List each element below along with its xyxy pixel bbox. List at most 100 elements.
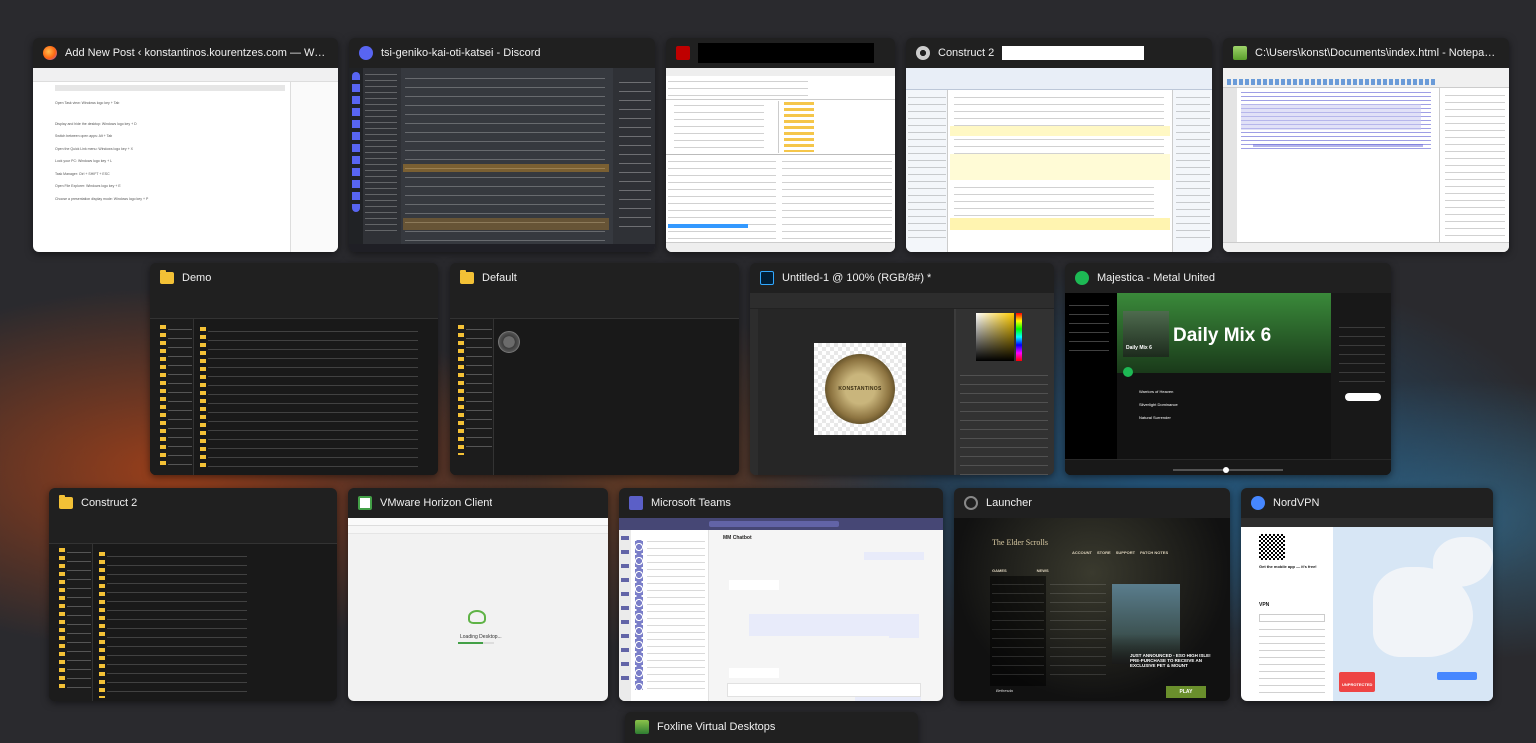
gear-icon — [916, 46, 930, 60]
window-thumbnail: Loading Desktop... — [348, 518, 608, 701]
quick-connect-button[interactable] — [1437, 672, 1477, 680]
window-header[interactable]: VMware Horizon Client — [348, 488, 608, 518]
window-thumbnail: Open Task view: Windows logo key + Tab D… — [33, 68, 338, 252]
window-thumbnail — [666, 68, 895, 252]
photoshop-icon — [760, 271, 774, 285]
window-header[interactable]: Default — [450, 263, 739, 293]
window-header[interactable]: Majestica - Metal United — [1065, 263, 1391, 293]
window-thumbnail — [1223, 68, 1509, 252]
nordvpn-icon — [1251, 496, 1265, 510]
filezilla-icon — [676, 46, 690, 60]
window-header[interactable]: C:\Users\konst\Documents\index.html - No… — [1223, 38, 1509, 68]
window-spotify[interactable]: Majestica - Metal United Daily Mix 6 Dai… — [1065, 263, 1391, 475]
promo-banner[interactable] — [1112, 584, 1180, 664]
tab-games[interactable]: GAMES — [992, 568, 1007, 573]
window-thumbnail — [49, 518, 337, 701]
content-line: Task Manager: Ctrl + SHIFT + ESC — [55, 171, 110, 176]
track-title: Natural Surrender — [1139, 415, 1171, 420]
top-nav: ACCOUNT STORE SUPPORT PATCH NOTES — [1072, 550, 1168, 555]
redacted-title — [698, 43, 874, 63]
window-title: Default — [482, 272, 517, 284]
nav-account[interactable]: ACCOUNT — [1072, 550, 1092, 555]
tab-news[interactable]: NEWS — [1037, 568, 1049, 573]
status-label: UNPROTECTED — [1342, 682, 1373, 687]
window-wordpress[interactable]: Add New Post ‹ konstantinos.kourentzes.c… — [33, 38, 338, 252]
folder-icon — [59, 495, 73, 509]
launcher-icon — [964, 496, 978, 510]
vmware-icon — [358, 496, 372, 510]
window-filezilla[interactable] — [666, 38, 895, 252]
logo-text: KONSTANTINOS — [838, 386, 882, 392]
window-foxline[interactable]: Foxline Virtual Desktops — [625, 712, 918, 743]
play-button[interactable] — [1123, 367, 1133, 377]
window-photoshop[interactable]: Untitled-1 @ 100% (RGB/8#) * KONSTANTINO… — [750, 263, 1054, 475]
window-launcher[interactable]: Launcher The Elder Scrolls ACCOUNT STORE… — [954, 488, 1230, 701]
window-thumbnail: The Elder Scrolls ACCOUNT STORE SUPPORT … — [954, 518, 1230, 701]
window-vmware[interactable]: VMware Horizon Client Loading Desktop... — [348, 488, 608, 701]
play-button[interactable]: PLAY — [1166, 686, 1206, 698]
window-thumbnail — [150, 293, 438, 475]
horizon-logo — [468, 610, 486, 624]
post-content: Open Task view: Windows logo key + Tab D… — [55, 101, 275, 201]
redacted-title — [1002, 46, 1145, 60]
window-header[interactable]: NordVPN — [1241, 488, 1493, 518]
qr-code — [1259, 534, 1285, 560]
chat-title: MM Chatbot — [723, 535, 752, 541]
window-title: Add New Post ‹ konstantinos.kourentzes.c… — [65, 47, 328, 59]
window-thumbnail: KONSTANTINOS — [750, 293, 1054, 475]
window-title: tsi-geniko-kai-oti-katsei - Discord — [381, 47, 541, 59]
window-title: Untitled-1 @ 100% (RGB/8#) * — [782, 272, 932, 284]
window-header[interactable]: Construct 2 — [906, 38, 1212, 68]
window-title: C:\Users\konst\Documents\index.html - No… — [1255, 47, 1499, 59]
window-header[interactable]: Demo — [150, 263, 438, 293]
window-header[interactable]: Add New Post ‹ konstantinos.kourentzes.c… — [33, 38, 338, 68]
playlist-title: Daily Mix 6 — [1173, 325, 1272, 346]
window-default-folder[interactable]: Default — [450, 263, 739, 475]
window-header[interactable]: tsi-geniko-kai-oti-katsei - Discord — [349, 38, 655, 68]
track-title: Silverlight Dominance — [1139, 402, 1178, 407]
game-logo: The Elder Scrolls — [992, 538, 1048, 547]
window-thumbnail — [349, 68, 655, 252]
window-nordvpn[interactable]: NordVPN Get the mobile app — it's free! … — [1241, 488, 1493, 701]
window-construct2-folder[interactable]: Construct 2 — [49, 488, 337, 701]
nav-patch-notes[interactable]: PATCH NOTES — [1140, 550, 1168, 555]
file-thumbnail — [498, 331, 520, 353]
window-title: Majestica - Metal United — [1097, 272, 1215, 284]
loading-text: Loading Desktop... — [460, 634, 502, 640]
window-demo-folder[interactable]: Demo — [150, 263, 438, 475]
teams-icon — [629, 496, 643, 510]
folder-icon — [460, 270, 474, 284]
status-badge: UNPROTECTED — [1339, 672, 1376, 692]
track-title: Warriors of Heaven — [1139, 389, 1174, 394]
window-header[interactable]: Foxline Virtual Desktops — [625, 712, 918, 742]
window-construct2-app[interactable]: Construct 2 — [906, 38, 1212, 252]
content-line: Switch between open apps: Alt + Tab — [55, 134, 113, 138]
window-header[interactable]: Construct 2 — [49, 488, 337, 518]
playlist-cover: Daily Mix 6 — [1123, 311, 1169, 357]
publisher-logo: Bethesda — [996, 688, 1013, 693]
firefox-icon — [43, 46, 57, 60]
window-header[interactable] — [666, 38, 895, 68]
window-teams[interactable]: Microsoft Teams MM Chatbot — [619, 488, 943, 701]
window-header[interactable]: Launcher — [954, 488, 1230, 518]
nav-store[interactable]: STORE — [1097, 550, 1111, 555]
window-title: Construct 2 — [81, 497, 138, 509]
content-line: Open Task view: Windows logo key + Tab — [55, 101, 120, 105]
discord-icon — [359, 46, 373, 60]
window-thumbnail — [906, 68, 1212, 252]
spotify-icon — [1075, 271, 1089, 285]
canvas: KONSTANTINOS — [814, 343, 906, 435]
content-line: Open the Quick Link menu: Windows logo k… — [55, 146, 133, 151]
notepad-icon — [1233, 46, 1247, 60]
window-notepadpp[interactable]: C:\Users\konst\Documents\index.html - No… — [1223, 38, 1509, 252]
nav-support[interactable]: SUPPORT — [1116, 550, 1135, 555]
window-thumbnail: Daily Mix 6 Daily Mix 6 Warriors of Heav… — [1065, 293, 1391, 475]
window-header[interactable]: Untitled-1 @ 100% (RGB/8#) * — [750, 263, 1054, 293]
window-title: Microsoft Teams — [651, 497, 731, 509]
window-thumbnail: MM Chatbot — [619, 518, 943, 701]
search-input[interactable] — [1259, 614, 1325, 622]
window-header[interactable]: Microsoft Teams — [619, 488, 943, 518]
promo-text: JUST ANNOUNCED - ESO HIGH ISLE! PRE-PURC… — [1130, 653, 1211, 668]
window-discord[interactable]: tsi-geniko-kai-oti-katsei - Discord — [349, 38, 655, 252]
content-line: Choose a presentation display mode: Wind… — [55, 196, 149, 201]
